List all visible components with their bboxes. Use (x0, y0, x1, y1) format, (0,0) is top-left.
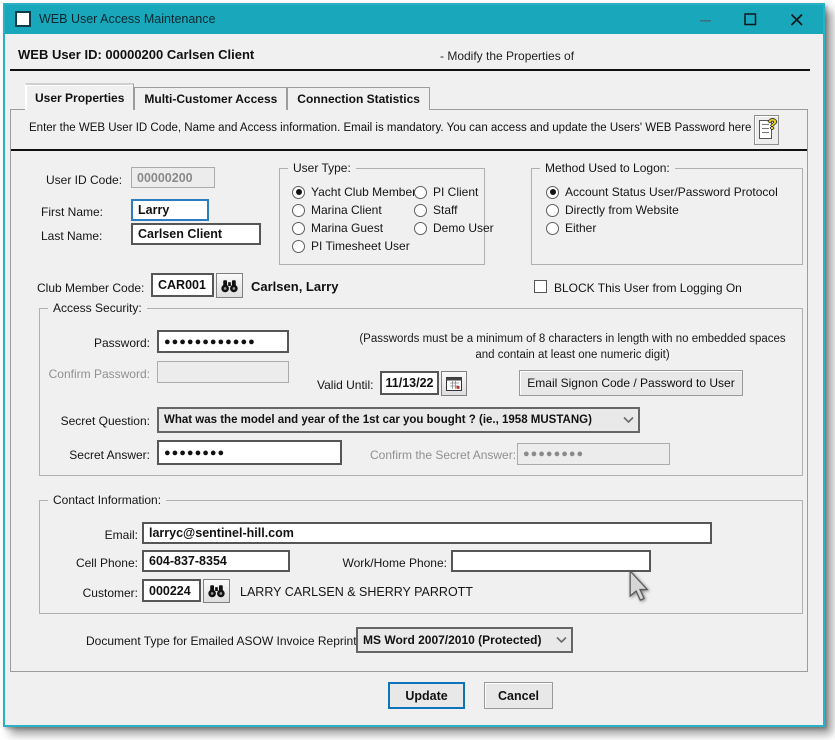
club-member-code-field[interactable]: CAR001 (151, 273, 214, 297)
club-member-display-name: Carlsen, Larry (251, 279, 338, 294)
instruction-separator (11, 149, 807, 151)
work-home-phone-field[interactable] (451, 550, 651, 572)
radio-staff[interactable]: Staff (414, 203, 457, 217)
chevron-down-icon (556, 637, 567, 644)
close-icon (790, 13, 804, 27)
app-icon (15, 11, 31, 27)
user-id-header: WEB User ID: 00000200 Carlsen Client (18, 47, 254, 62)
maximize-button[interactable] (733, 5, 767, 34)
radio-marina-guest[interactable]: Marina Guest (292, 221, 383, 235)
club-member-code-label: Club Member Code: (37, 281, 144, 295)
logon-method-group: Method Used to Logon: Account Status Use… (531, 168, 803, 265)
tab-bar: User Properties Multi-Customer Access Co… (25, 83, 430, 110)
confirm-secret-answer-label: Confirm the Secret Answer: (370, 448, 510, 462)
user-type-legend: User Type: (288, 161, 356, 175)
password-label: Password: (40, 336, 150, 350)
minimize-icon (700, 14, 712, 26)
block-user-label: BLOCK This User from Logging On (554, 281, 742, 295)
access-security-group: Access Security: Password: ●●●●●●●●●●●● … (39, 308, 803, 476)
valid-until-label: Valid Until: (317, 378, 373, 392)
secret-question-dropdown[interactable]: What was the model and year of the 1st c… (157, 407, 640, 433)
radio-icon (546, 222, 559, 235)
customer-label: Customer: (40, 586, 138, 600)
mouse-cursor (627, 571, 649, 601)
user-type-group: User Type: Yacht Club Member Marina Clie… (279, 168, 485, 265)
email-field[interactable]: larryc@sentinel-hill.com (142, 522, 712, 544)
last-name-field[interactable]: Carlsen Client (131, 223, 261, 245)
binoculars-icon (220, 279, 239, 293)
calendar-icon (446, 376, 462, 391)
close-button[interactable] (780, 5, 814, 34)
email-label: Email: (40, 528, 138, 542)
user-id-code-label: User ID Code: (46, 173, 122, 187)
calendar-button[interactable] (441, 371, 467, 396)
secret-answer-field[interactable]: ●●●●●●●● (157, 440, 342, 465)
confirm-secret-answer-field: ●●●●●●●● (517, 443, 670, 465)
password-note: (Passwords must be a minimum of 8 charac… (335, 331, 810, 363)
user-id-code-field: 00000200 (131, 167, 215, 188)
document-type-dropdown[interactable]: MS Word 2007/2010 (Protected) (356, 627, 573, 653)
radio-demo-user[interactable]: Demo User (414, 221, 494, 235)
last-name-label: Last Name: (41, 229, 102, 243)
radio-either[interactable]: Either (546, 221, 596, 235)
binoculars-icon (207, 584, 226, 598)
contact-information-group: Contact Information: Email: larryc@senti… (39, 500, 803, 614)
radio-icon (546, 204, 559, 217)
help-question-icon: ? (768, 116, 777, 133)
secret-question-label: Secret Question: (50, 414, 150, 428)
radio-yacht-club-member[interactable]: Yacht Club Member (292, 185, 416, 199)
update-button[interactable]: Update (388, 682, 465, 709)
cell-phone-field[interactable]: 604-837-8354 (142, 550, 290, 572)
radio-icon (292, 240, 305, 253)
radio-account-status-protocol[interactable]: Account Status User/Password Protocol (546, 185, 778, 199)
confirm-password-field (157, 361, 289, 383)
window-title: WEB User Access Maintenance (39, 5, 215, 34)
modify-properties-text: - Modify the Properties of (440, 49, 574, 63)
header-separator (10, 69, 810, 71)
tab-multi-customer-access[interactable]: Multi-Customer Access (134, 87, 287, 110)
help-button[interactable]: ? (754, 115, 779, 145)
cancel-button[interactable]: Cancel (484, 682, 553, 709)
confirm-password-label: Confirm Password: (40, 367, 150, 381)
secret-answer-label: Secret Answer: (50, 448, 150, 462)
customer-display-name: LARRY CARLSEN & SHERRY PARROTT (240, 585, 473, 599)
contact-information-legend: Contact Information: (48, 493, 166, 507)
radio-icon (292, 204, 305, 217)
radio-pi-client[interactable]: PI Client (414, 185, 478, 199)
cell-phone-label: Cell Phone: (40, 556, 138, 570)
radio-icon (292, 222, 305, 235)
password-field[interactable]: ●●●●●●●●●●●● (157, 330, 289, 353)
radio-pi-timesheet-user[interactable]: PI Timesheet User (292, 239, 410, 253)
work-home-phone-label: Work/Home Phone: (335, 556, 447, 570)
radio-icon (414, 222, 427, 235)
instruction-text: Enter the WEB User ID Code, Name and Acc… (29, 122, 777, 134)
radio-icon (546, 186, 559, 199)
block-user-checkbox[interactable] (534, 280, 547, 293)
first-name-label: First Name: (41, 205, 103, 219)
radio-icon (414, 204, 427, 217)
logon-method-legend: Method Used to Logon: (540, 161, 675, 175)
minimize-button[interactable] (689, 5, 723, 34)
customer-field[interactable]: 000224 (142, 579, 201, 602)
radio-marina-client[interactable]: Marina Client (292, 203, 382, 217)
valid-until-field[interactable]: 11/13/22 (380, 371, 439, 395)
dialog-window: WEB User Access Maintenance WEB User ID:… (3, 3, 825, 727)
radio-directly-from-website[interactable]: Directly from Website (546, 203, 679, 217)
customer-lookup-button[interactable] (203, 579, 230, 603)
club-member-lookup-button[interactable] (216, 273, 243, 298)
user-properties-panel: Enter the WEB User ID Code, Name and Acc… (10, 109, 808, 672)
first-name-field[interactable]: Larry (131, 199, 209, 221)
chevron-down-icon (623, 417, 634, 424)
tab-user-properties[interactable]: User Properties (25, 83, 134, 110)
access-security-legend: Access Security: (48, 301, 147, 315)
document-type-label: Document Type for Emailed ASOW Invoice R… (86, 634, 348, 648)
maximize-icon (744, 13, 757, 26)
tab-connection-statistics[interactable]: Connection Statistics (287, 87, 430, 110)
email-signon-button[interactable]: Email Signon Code / Password to User (519, 370, 743, 396)
radio-icon (292, 186, 305, 199)
radio-icon (414, 186, 427, 199)
title-bar: WEB User Access Maintenance (5, 5, 823, 34)
